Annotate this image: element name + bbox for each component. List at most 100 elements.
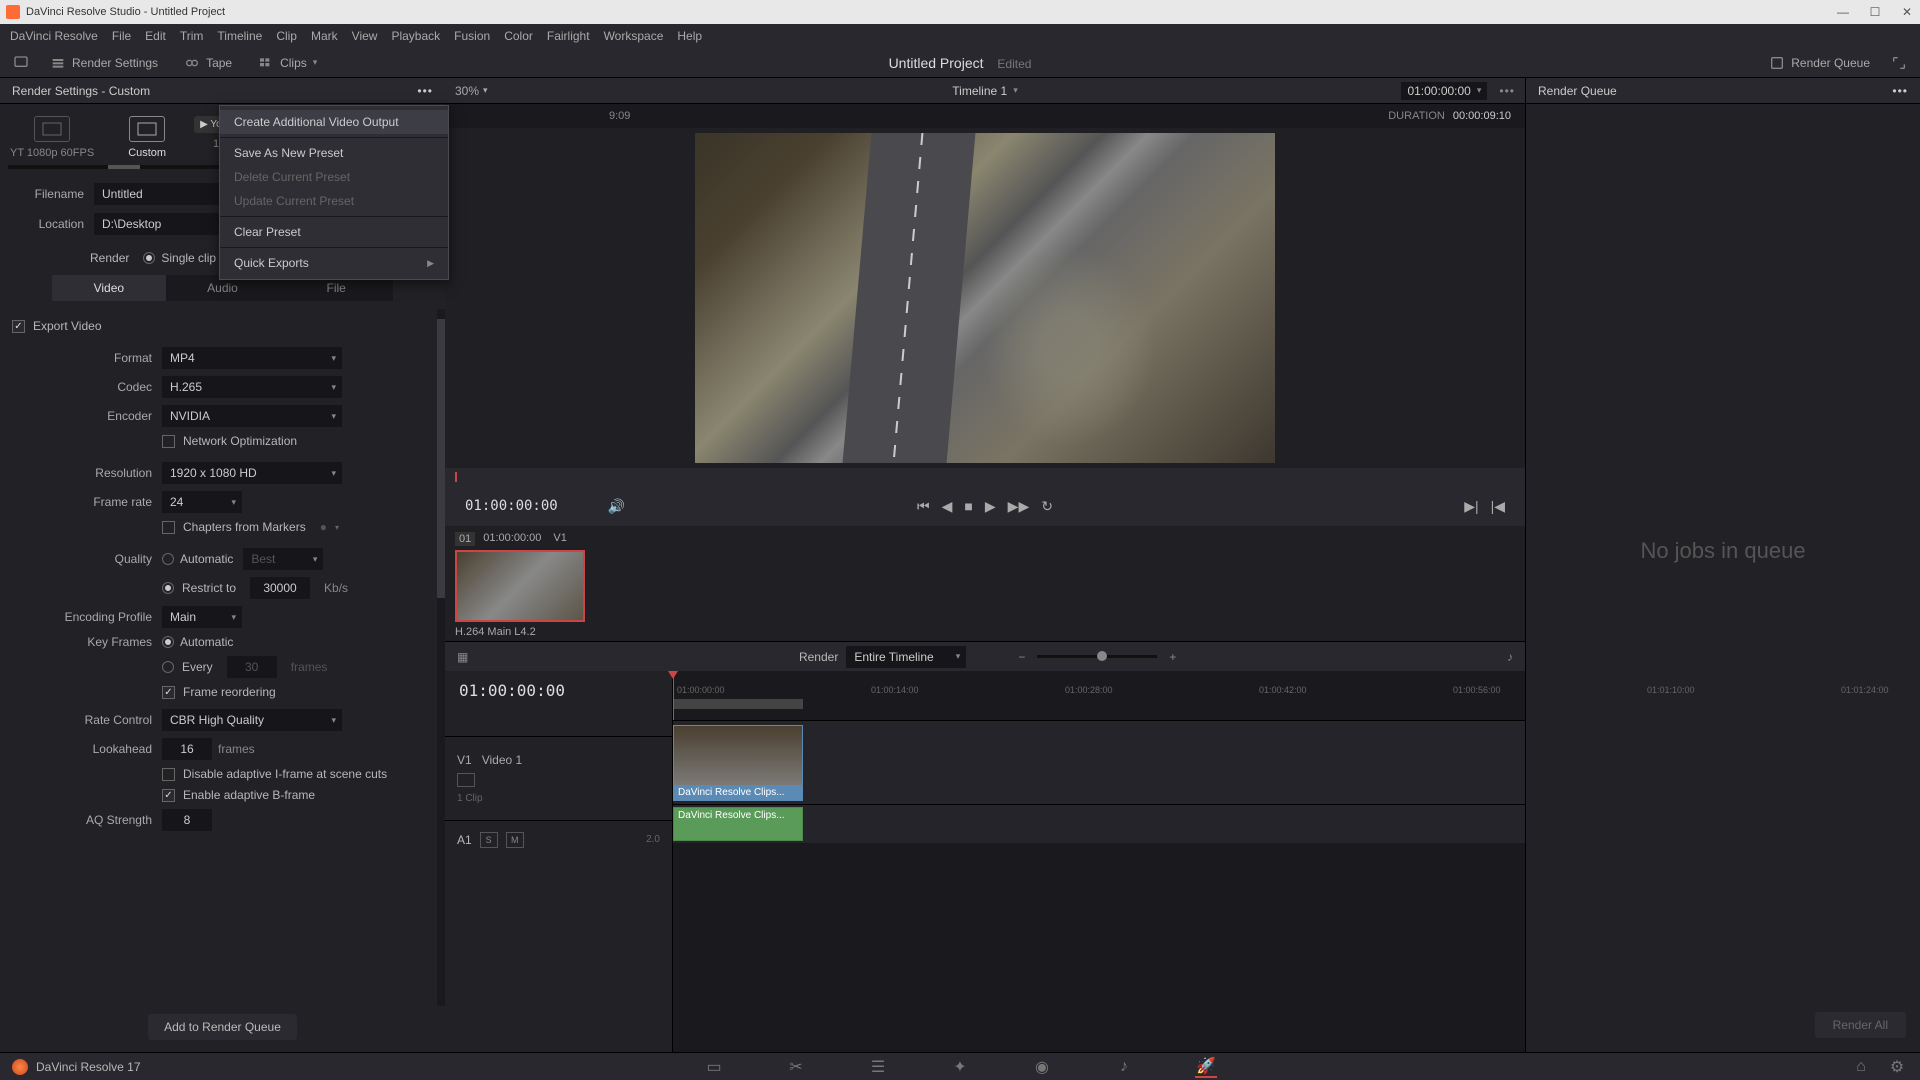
timeline-ruler[interactable]: 01:00:00:00 01:00:14:00 01:00:28:00 01:0… [673,671,1525,721]
project-settings-button[interactable]: ⚙ [1886,1056,1908,1078]
playhead[interactable] [673,671,674,720]
mute-button[interactable]: M [506,832,524,848]
render-scope-select[interactable]: Entire Timeline [846,646,966,668]
render-settings-menu-button[interactable]: ••• [417,84,433,98]
dd-quick-exports[interactable]: Quick Exports ▶ [220,251,448,275]
chapters-check[interactable]: Chapters from Markers ● ▾ [162,520,425,534]
video-clip[interactable]: DaVinci Resolve Clips... [673,725,803,801]
rate-control-select[interactable]: CBR High Quality [162,709,342,731]
zoom-slider[interactable] [1037,655,1157,658]
expand-icon[interactable] [1888,52,1910,74]
dd-clear-preset[interactable]: Clear Preset [220,220,448,244]
timeline-view-icon[interactable]: ▦ [457,650,468,664]
menu-edit[interactable]: Edit [145,29,166,43]
zoom-in-button[interactable]: + [1169,650,1176,664]
render-region[interactable] [673,699,803,709]
profile-select[interactable]: Main [162,606,242,628]
menu-help[interactable]: Help [677,29,702,43]
viewer[interactable] [445,128,1525,468]
next-frame-button[interactable]: ▶▶ [1008,498,1030,515]
menu-color[interactable]: Color [504,29,533,43]
video-track[interactable]: DaVinci Resolve Clips... [673,721,1525,805]
menu-fairlight[interactable]: Fairlight [547,29,590,43]
media-page-button[interactable]: ▭ [703,1056,725,1078]
tape-button[interactable]: Tape [176,52,240,74]
frame-reorder-check[interactable]: Frame reordering [162,685,425,699]
menu-workspace[interactable]: Workspace [604,29,664,43]
dd-save-preset[interactable]: Save As New Preset [220,141,448,165]
menu-timeline[interactable]: Timeline [217,29,262,43]
clip-thumbnail[interactable] [455,550,585,622]
codec-select[interactable]: H.265 [162,376,342,398]
radio-single-clip[interactable]: Single clip [143,251,216,265]
menu-view[interactable]: View [352,29,378,43]
preset-custom[interactable]: Custom [128,116,166,159]
aq-input[interactable] [162,809,212,831]
timeline-name[interactable]: Timeline 1 ▾ [952,84,1017,98]
resolution-select[interactable]: 1920 x 1080 HD [162,462,342,484]
timeline-tracks[interactable]: 01:00:00:00 01:00:14:00 01:00:28:00 01:0… [673,671,1525,1052]
enable-bframe-check[interactable]: Enable adaptive B-frame [162,788,425,802]
keyframes-every-radio[interactable]: Every frames [162,656,425,678]
preset-yt1080[interactable]: YT 1080p 60FPS [10,116,94,159]
next-clip-button[interactable]: ▶| [1464,498,1478,515]
dd-create-output[interactable]: Create Additional Video Output [220,110,448,134]
quality-restrict-radio[interactable]: Restrict to Kb/s [162,577,425,599]
audio-clip[interactable]: DaVinci Resolve Clips... [673,807,803,841]
menu-clip[interactable]: Clip [276,29,297,43]
maximize-button[interactable]: ☐ [1868,5,1882,19]
render-queue-button[interactable]: Render Queue [1761,52,1878,74]
home-button[interactable]: ⌂ [1850,1056,1872,1078]
audio-track[interactable]: DaVinci Resolve Clips... [673,805,1525,843]
deliver-page-button[interactable]: 🚀 [1195,1056,1217,1078]
track-toggle-icon[interactable] [457,773,475,787]
stop-button[interactable]: ■ [964,498,972,515]
viewer-scrubber[interactable] [445,468,1525,486]
tab-video[interactable]: Video [52,275,166,301]
first-frame-button[interactable]: ⏮ [917,498,930,515]
audio-track-header[interactable]: A1 S M 2.0 [445,820,672,858]
render-all-button[interactable]: Render All [1815,1012,1906,1038]
edit-page-button[interactable]: ☰ [867,1056,889,1078]
quality-auto-radio[interactable]: Automatic [162,552,233,566]
render-settings-button[interactable]: Render Settings [42,52,166,74]
volume-icon[interactable]: 🔊 [608,498,625,515]
timecode-input[interactable]: 01:00:00:00 ▾ [1401,82,1487,100]
encoder-select[interactable]: NVIDIA [162,405,342,427]
network-opt-check[interactable]: Network Optimization [162,434,425,448]
fairlight-page-button[interactable]: ♪ [1113,1056,1135,1078]
viewer-menu-button[interactable]: ••• [1499,84,1515,98]
format-select[interactable]: MP4 [162,347,342,369]
minimize-button[interactable]: — [1836,5,1850,19]
last-frame-button[interactable]: |◀ [1491,498,1505,515]
menu-file[interactable]: File [112,29,131,43]
loop-button[interactable]: ↻ [1041,498,1053,515]
menu-mark[interactable]: Mark [311,29,338,43]
play-button[interactable]: ▶ [985,498,996,515]
prev-frame-button[interactable]: ◀ [942,498,953,515]
menu-davinci[interactable]: DaVinci Resolve [10,29,98,43]
lookahead-input[interactable] [162,738,212,760]
disable-iframe-check[interactable]: Disable adaptive I-frame at scene cuts [162,767,425,781]
quality-value-input[interactable] [250,577,310,599]
solo-button[interactable]: S [480,832,498,848]
settings-icon[interactable] [10,52,32,74]
video-track-header[interactable]: V1 Video 1 1 Clip [445,736,672,820]
fusion-page-button[interactable]: ✦ [949,1056,971,1078]
color-page-button[interactable]: ◉ [1031,1056,1053,1078]
audio-meter-icon[interactable]: ♪ [1507,650,1513,664]
menu-playback[interactable]: Playback [391,29,440,43]
clips-button[interactable]: Clips ▾ [250,52,325,74]
settings-scrollbar[interactable] [437,309,445,1006]
keyframes-auto-radio[interactable]: Automatic [162,635,233,649]
queue-menu-button[interactable]: ••• [1892,84,1908,98]
zoom-out-button[interactable]: − [1018,650,1025,664]
zoom-select[interactable]: 30% ▾ [455,84,488,98]
close-button[interactable]: ✕ [1900,5,1914,19]
framerate-select[interactable]: 24 [162,491,242,513]
export-video-check[interactable]: Export Video [12,319,425,333]
menu-trim[interactable]: Trim [180,29,204,43]
menu-fusion[interactable]: Fusion [454,29,490,43]
add-to-queue-button[interactable]: Add to Render Queue [148,1014,297,1040]
cut-page-button[interactable]: ✂ [785,1056,807,1078]
